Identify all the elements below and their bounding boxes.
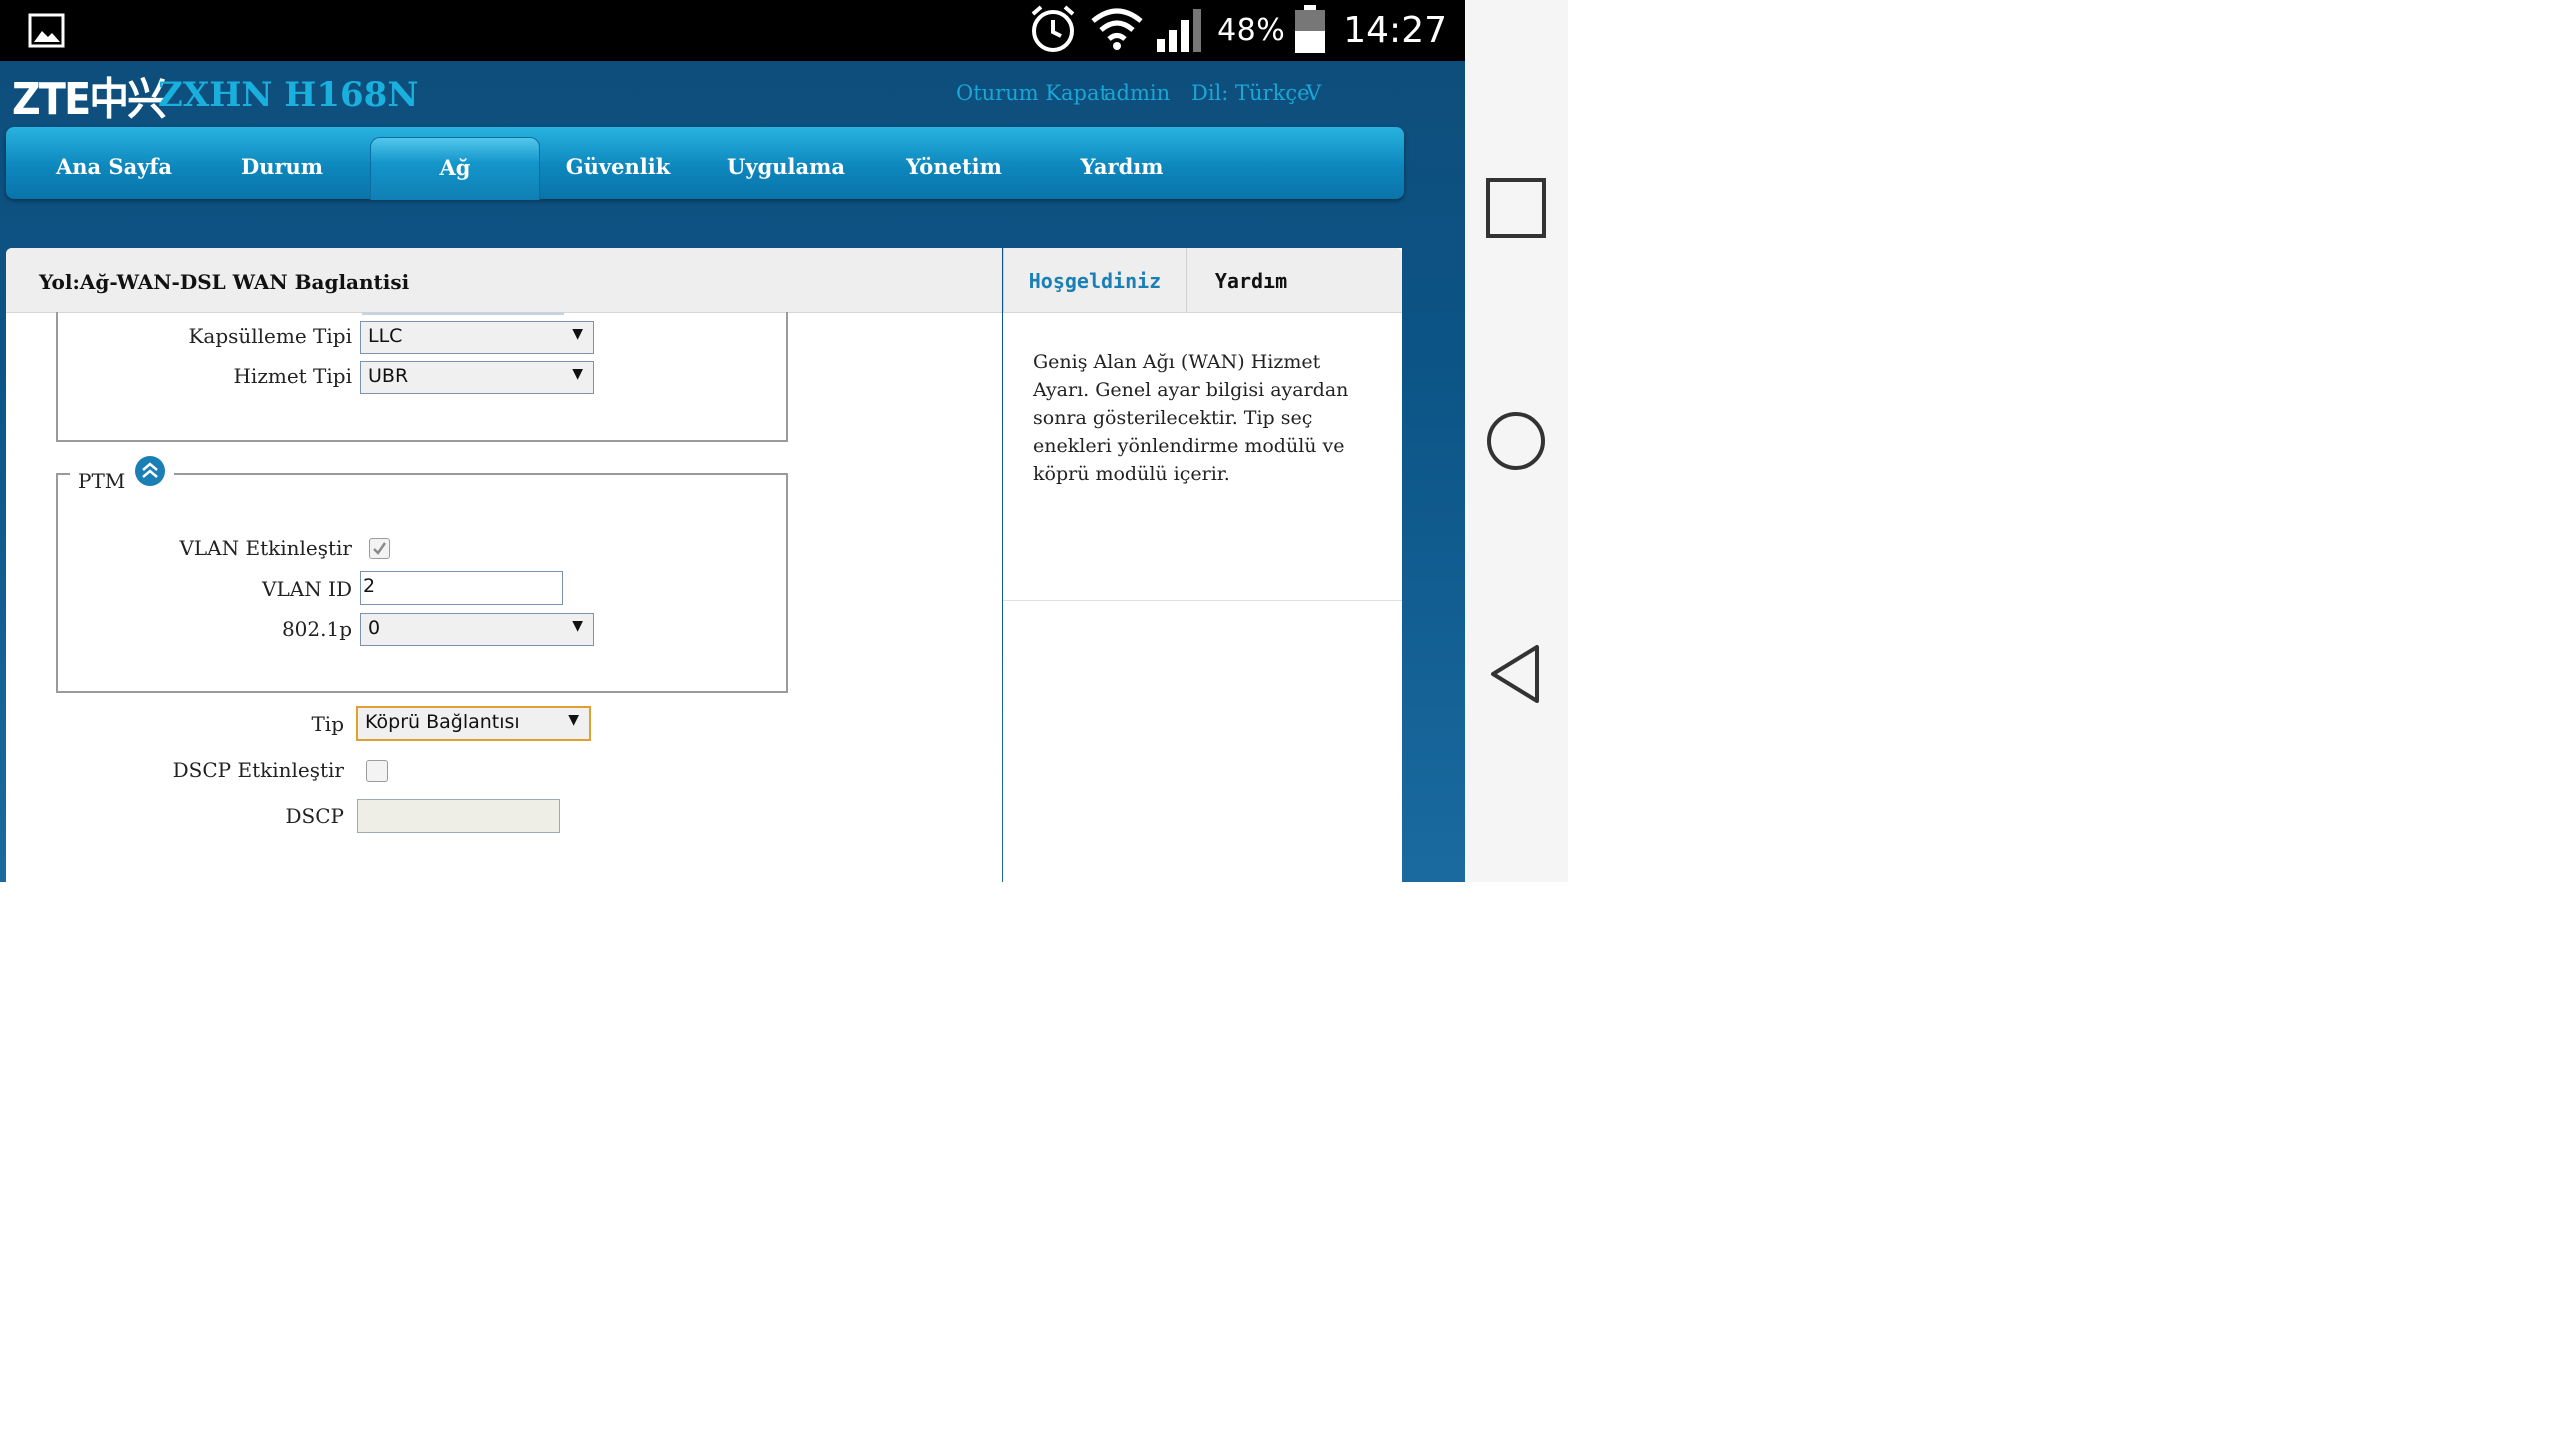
recent-apps-button[interactable] <box>1485 177 1547 243</box>
vlan-enable-label: VLAN Etkinleştir <box>179 536 352 560</box>
type-select[interactable]: Köprü Bağlantısı ▼ <box>356 706 591 741</box>
gallery-icon <box>28 13 66 53</box>
collapse-icon[interactable] <box>134 455 166 491</box>
dropdown-arrow-icon: ▼ <box>572 366 583 382</box>
menu-network[interactable]: Ağ <box>370 137 540 200</box>
clock: 14:27 <box>1343 10 1447 51</box>
divider <box>1003 600 1402 601</box>
menu-home[interactable]: Ana Sayfa <box>30 127 198 199</box>
dot1p-select[interactable]: 0 ▼ <box>360 613 594 646</box>
vlan-id-label: VLAN ID <box>262 577 352 601</box>
dot1p-label: 802.1p <box>281 617 352 641</box>
encapsulation-value: LLC <box>368 325 403 347</box>
status-bar: 48% 14:27 <box>0 0 1465 61</box>
tab-welcome[interactable]: Hoşgeldiniz <box>1003 248 1187 312</box>
type-value: Köprü Bağlantısı <box>365 711 520 733</box>
dscp-label: DSCP <box>285 804 345 828</box>
type-label: Tip <box>311 712 344 736</box>
dscp-input[interactable] <box>357 799 560 833</box>
battery-percent: 48% <box>1217 13 1286 48</box>
menu-management[interactable]: Yönetim <box>870 127 1038 199</box>
menu-security[interactable]: Güvenlik <box>534 127 702 199</box>
help-tabs: Hoşgeldiniz Yardım <box>1003 248 1402 313</box>
vlan-id-input[interactable]: 2 <box>360 571 563 605</box>
logout-link[interactable]: Oturum Kapat <box>956 81 1108 105</box>
breadcrumb-bar: Yol:Ağ-WAN-DSL WAN Baglantisi <box>6 248 1002 313</box>
language-select[interactable]: Dil: Türkçe <box>1191 81 1310 105</box>
dropdown-arrow-icon: ▼ <box>572 618 583 634</box>
page-header: ZTE中兴 ZXHN H168N Oturum Kapat admin Dil:… <box>0 61 1465 125</box>
dot1p-value: 0 <box>368 617 381 639</box>
menu-application[interactable]: Uygulama <box>702 127 870 199</box>
zte-logo: ZTE中兴 <box>12 74 167 125</box>
content-panel: Yol:Ağ-WAN-DSL WAN Baglantisi Kapsülleme… <box>6 248 1002 882</box>
signal-icon <box>1155 5 1207 57</box>
encapsulation-label: Kapsülleme Tipi <box>188 324 352 348</box>
dropdown-arrow-icon: ▼ <box>568 712 579 728</box>
service-type-label: Hizmet Tipi <box>233 364 352 388</box>
router-web-page: ZTE中兴 ZXHN H168N Oturum Kapat admin Dil:… <box>0 61 1465 882</box>
menu-status[interactable]: Durum <box>198 127 366 199</box>
breadcrumb: Yol:Ağ-WAN-DSL WAN Baglantisi <box>39 270 410 294</box>
vlan-enable-checkbox[interactable] <box>369 538 390 559</box>
ptm-legend: PTM <box>78 469 126 493</box>
dscp-enable-label: DSCP Etkinleştir <box>172 758 344 782</box>
battery-icon <box>1295 4 1326 57</box>
wifi-icon <box>1089 7 1145 55</box>
dscp-enable-checkbox[interactable] <box>366 760 388 782</box>
help-panel: Hoşgeldiniz Yardım Geniş Alan Ağı (WAN) … <box>1003 248 1402 882</box>
chevron-down-icon[interactable]: V <box>1306 81 1321 105</box>
help-text: Geniş Alan Ağı (WAN) Hizmet Ayarı. Genel… <box>1033 351 1349 485</box>
tab-help[interactable]: Yardım <box>1186 248 1316 312</box>
dropdown-arrow-icon: ▼ <box>572 326 583 342</box>
username: admin <box>1104 81 1171 105</box>
home-button[interactable] <box>1485 410 1547 476</box>
service-type-value: UBR <box>368 365 409 387</box>
back-button[interactable] <box>1485 643 1547 711</box>
alarm-icon <box>1027 4 1079 58</box>
android-nav-bar <box>1465 0 1568 882</box>
main-menu: Ana Sayfa Durum Ağ Güvenlik Uygulama Yön… <box>6 127 1404 200</box>
menu-help[interactable]: Yardım <box>1038 127 1206 199</box>
model-name: ZXHN H168N <box>158 75 419 115</box>
encapsulation-select[interactable]: LLC ▼ <box>360 321 594 354</box>
service-type-select[interactable]: UBR ▼ <box>360 361 594 394</box>
scrolled-field-edge <box>362 312 564 315</box>
